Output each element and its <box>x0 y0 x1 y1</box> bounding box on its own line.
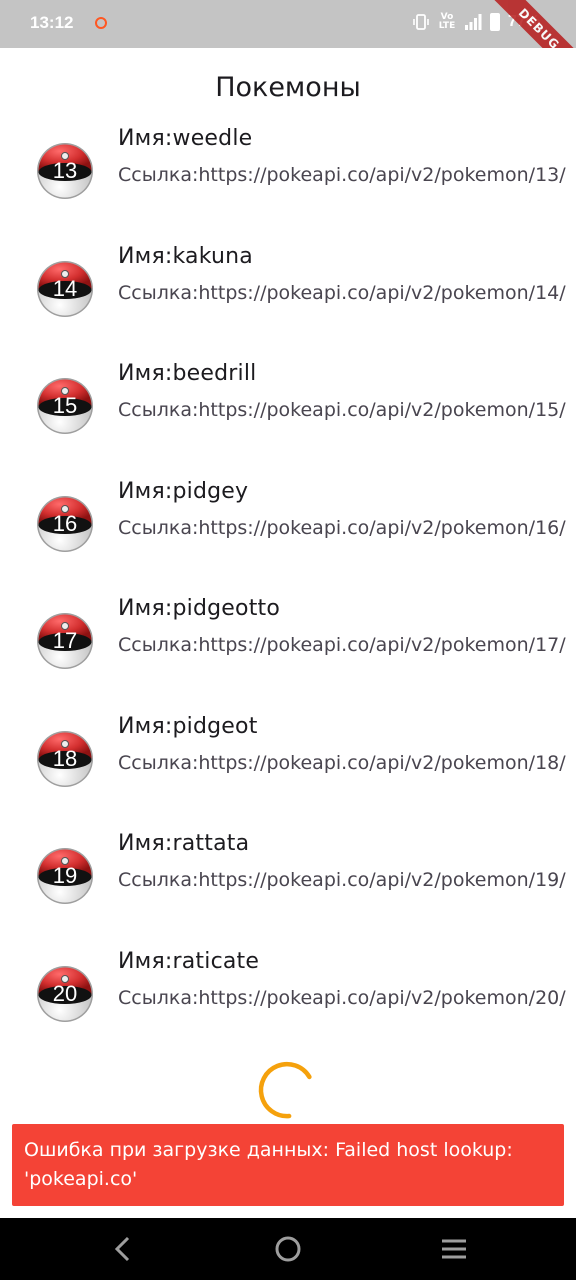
list-item[interactable]: 15 Имя:beedrill Ссылка:https://pokeapi.c… <box>0 359 576 477</box>
pokemon-name: Имя:weedle <box>118 126 253 151</box>
pokemon-link: Ссылка:https://pokeapi.co/api/v2/pokemon… <box>118 399 566 421</box>
page-title: Покемоны <box>215 72 361 103</box>
pokemon-link: Ссылка:https://pokeapi.co/api/v2/pokemon… <box>118 634 566 656</box>
list-item[interactable]: 17 Имя:pidgeotto Ссылка:https://pokeapi.… <box>0 594 576 712</box>
pokemon-list: 13 Имя:weedle Ссылка:https://pokeapi.co/… <box>0 124 576 1064</box>
pokeball-icon: 18 <box>36 730 94 788</box>
list-item[interactable]: 16 Имя:pidgey Ссылка:https://pokeapi.co/… <box>0 477 576 595</box>
pokeball-icon: 16 <box>36 495 94 553</box>
pokemon-link: Ссылка:https://pokeapi.co/api/v2/pokemon… <box>118 869 566 891</box>
snackbar-message: Ошибка при загрузке данных: Failed host … <box>24 1139 513 1190</box>
back-icon[interactable] <box>106 1232 140 1266</box>
pokemon-name: Имя:pidgeotto <box>118 596 281 621</box>
status-time: 13:12 <box>30 13 74 32</box>
pokemon-name: Имя:pidgeot <box>118 713 258 739</box>
pokeball-icon: 13 <box>36 142 94 200</box>
status-bar: 13:12 Vo LTE 77% <box>0 0 576 48</box>
list-item[interactable]: 14 Имя:kakuna Ссылка:https://pokeapi.co/… <box>0 242 576 360</box>
list-item[interactable]: 13 Имя:weedle Ссылка:https://pokeapi.co/… <box>0 124 576 242</box>
pokemon-number: 15 <box>52 393 78 418</box>
list-item[interactable]: 20 Имя:raticate Ссылка:https://pokeapi.c… <box>0 947 576 1065</box>
pokemon-link: Ссылка:https://pokeapi.co/api/v2/pokemon… <box>118 164 566 186</box>
loading-spinner <box>256 1058 320 1122</box>
pokemon-name: Имя:pidgey <box>118 478 249 504</box>
pokemon-number: 13 <box>52 158 78 183</box>
pokeball-icon: 14 <box>36 260 94 318</box>
home-icon[interactable] <box>271 1232 305 1266</box>
pokemon-number: 20 <box>52 980 78 1006</box>
battery-icon <box>489 13 500 31</box>
list-item[interactable]: 18 Имя:pidgeot Ссылка:https://pokeapi.co… <box>0 712 576 830</box>
pokemon-link: Ссылка:https://pokeapi.co/api/v2/pokemon… <box>118 281 566 304</box>
pokemon-link: Ссылка:https://pokeapi.co/api/v2/pokemon… <box>118 751 566 774</box>
volte-icon: Vo LTE <box>438 12 456 31</box>
pokemon-number: 18 <box>52 745 78 771</box>
pokemon-number: 17 <box>52 628 78 653</box>
app-bar: Покемоны <box>0 48 576 132</box>
vibrate-icon <box>412 13 430 31</box>
pokeball-icon: 15 <box>36 377 94 435</box>
pokemon-link: Ссылка:https://pokeapi.co/api/v2/pokemon… <box>118 986 566 1009</box>
error-snackbar: Ошибка при загрузке данных: Failed host … <box>12 1124 564 1206</box>
pokemon-number: 16 <box>52 510 78 536</box>
pokeball-icon: 19 <box>36 847 94 905</box>
pokeball-icon: 17 <box>36 612 94 670</box>
list-item[interactable]: 19 Имя:rattata Ссылка:https://pokeapi.co… <box>0 829 576 947</box>
pokemon-number: 14 <box>52 275 78 301</box>
pokemon-name: Имя:rattata <box>118 831 250 856</box>
pokemon-name: Имя:beedrill <box>118 361 257 386</box>
recents-icon[interactable] <box>437 1232 471 1266</box>
pokemon-number: 19 <box>52 863 78 888</box>
navigation-bar <box>0 1218 576 1280</box>
recording-indicator-icon <box>95 17 107 29</box>
signal-icon <box>464 14 482 30</box>
pokemon-name: Имя:kakuna <box>118 243 253 269</box>
pokemon-link: Ссылка:https://pokeapi.co/api/v2/pokemon… <box>118 516 566 539</box>
pokeball-icon: 20 <box>36 965 94 1023</box>
pokemon-name: Имя:raticate <box>118 948 260 974</box>
